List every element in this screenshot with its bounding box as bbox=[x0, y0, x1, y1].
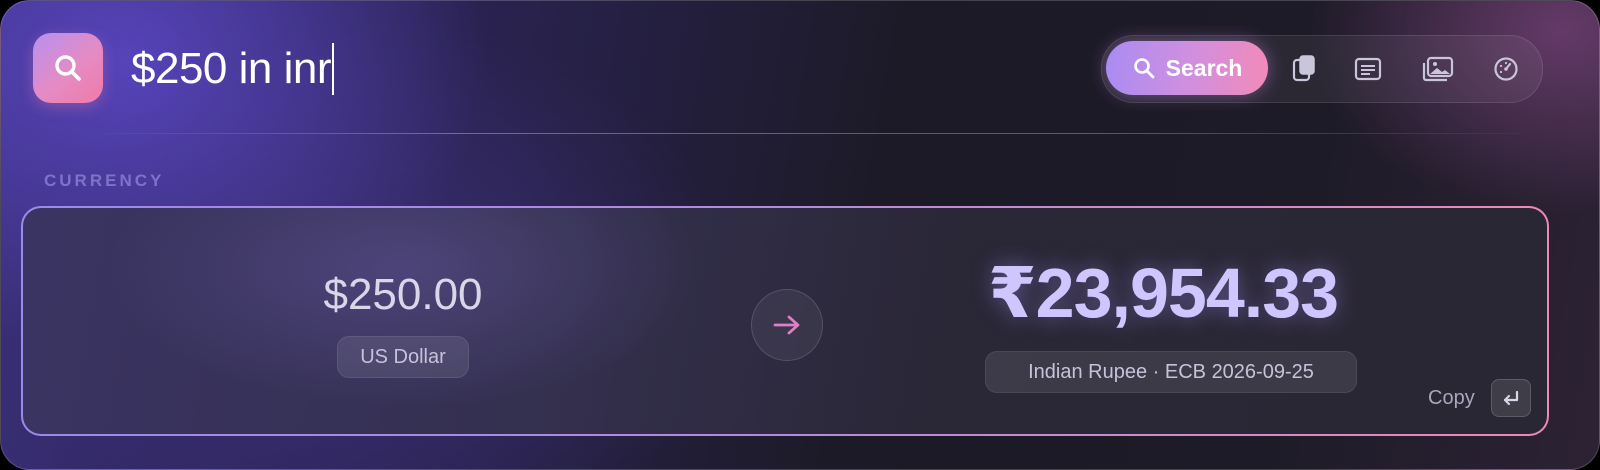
to-currency-chip: Indian Rupee · ECB 2026-09-25 bbox=[985, 351, 1357, 393]
to-amount: ₹23,954.33 bbox=[987, 254, 1339, 332]
conversion-card[interactable]: $250.00 US Dollar ₹23,954.33 Indian Rupe… bbox=[21, 206, 1549, 436]
search-icon bbox=[1133, 58, 1155, 79]
from-currency-chip: US Dollar bbox=[337, 336, 469, 378]
copy-enter-key[interactable] bbox=[1491, 379, 1531, 417]
search-input[interactable]: $250 in inr bbox=[131, 41, 334, 97]
conversion-card-body: $250.00 US Dollar ₹23,954.33 Indian Rupe… bbox=[23, 208, 1547, 434]
launcher-window: $250 in inr Search CURRENCY $250.00 US D… bbox=[0, 0, 1600, 470]
search-mode-label: Search bbox=[1165, 54, 1243, 81]
copy-label[interactable]: Copy bbox=[1428, 387, 1475, 410]
mode-toolbar: Search bbox=[1101, 35, 1543, 103]
search-badge bbox=[33, 33, 103, 103]
search-icon bbox=[55, 55, 81, 81]
text-caret bbox=[331, 43, 334, 95]
clipboard-button[interactable] bbox=[1284, 49, 1324, 89]
search-query-text: $250 in inr bbox=[131, 44, 331, 93]
from-amount: $250.00 bbox=[323, 270, 483, 319]
swap-arrow bbox=[751, 289, 823, 361]
header-divider bbox=[101, 133, 1521, 134]
enter-key-icon bbox=[1503, 390, 1519, 406]
clipboard-icon bbox=[1292, 55, 1315, 82]
gauge-icon bbox=[1494, 57, 1518, 81]
section-label: CURRENCY bbox=[44, 171, 165, 190]
search-mode-button[interactable]: Search bbox=[1106, 41, 1268, 95]
speed-button[interactable] bbox=[1486, 49, 1526, 89]
arrow-right-icon bbox=[773, 315, 800, 335]
notes-icon bbox=[1354, 57, 1382, 81]
notes-button[interactable] bbox=[1348, 49, 1388, 89]
images-icon bbox=[1422, 56, 1454, 82]
images-button[interactable] bbox=[1418, 49, 1458, 89]
